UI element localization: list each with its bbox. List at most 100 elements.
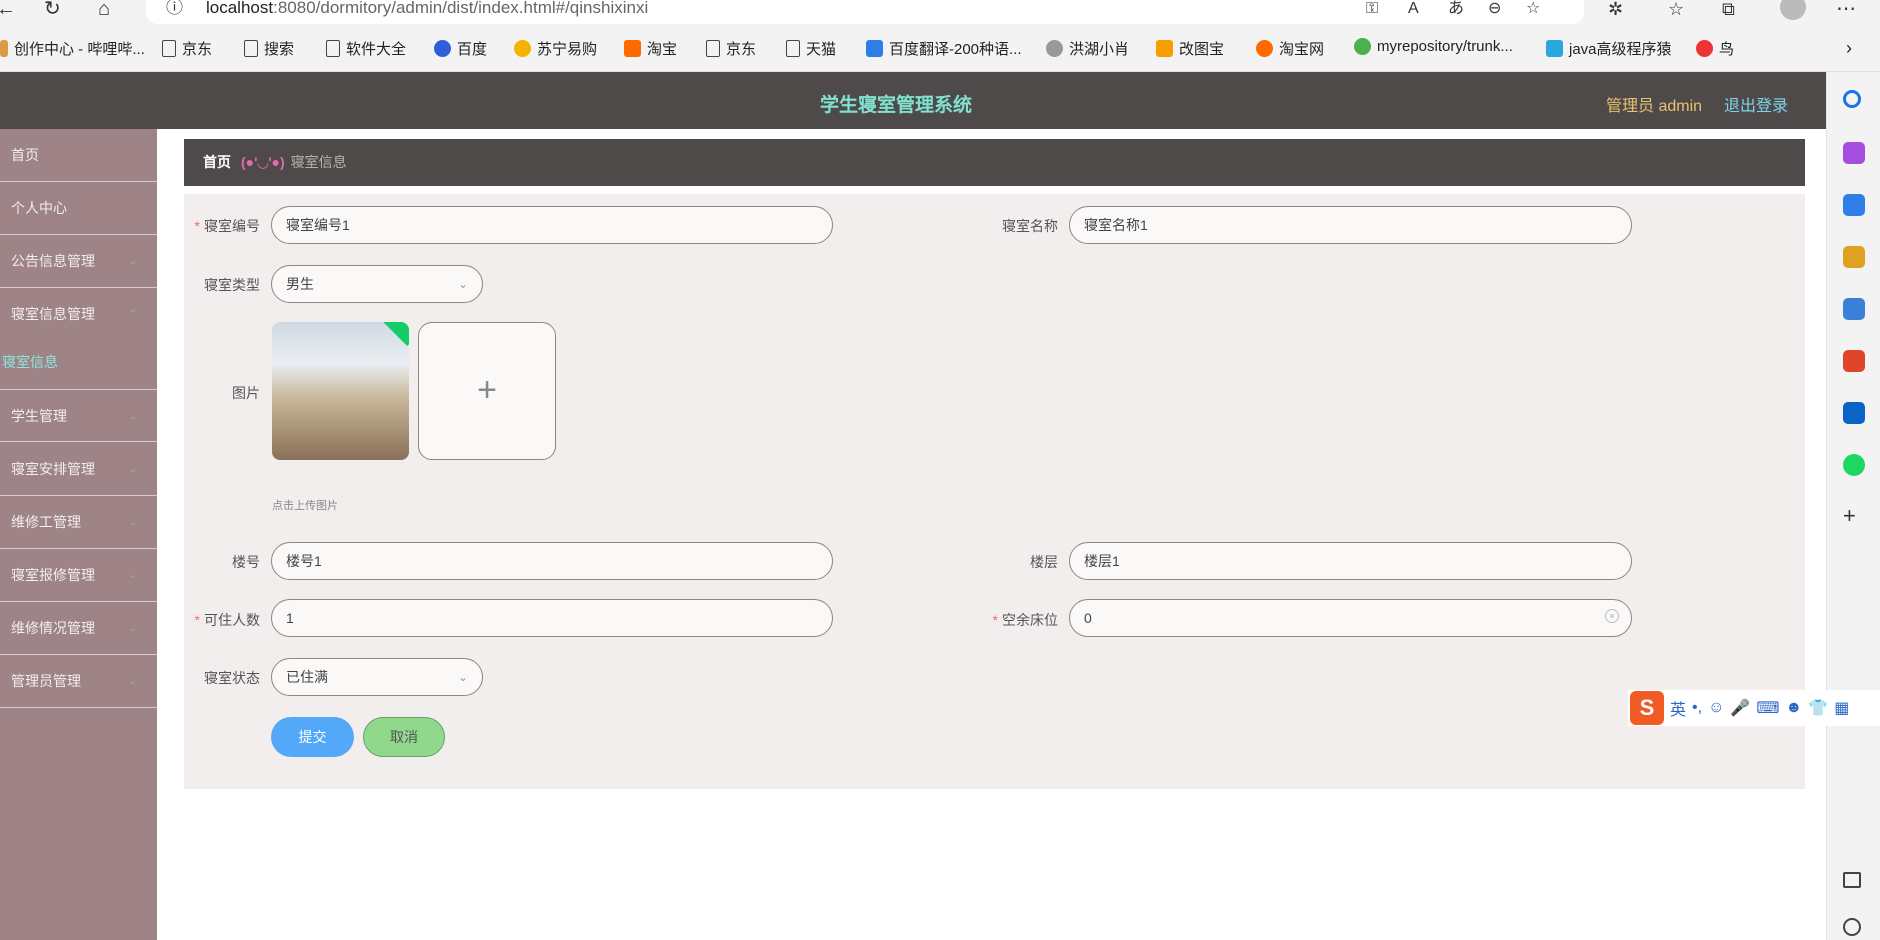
chevron-down-icon: ⌄ [128,570,137,581]
bookmark-item[interactable]: 软件大全 [326,38,406,59]
ime-toolbar: S 英 •, ☺ 🎤 ⌨ ☻ 👕 ▦ [1628,690,1880,726]
breadcrumb: 首页 (●'◡'●) 寝室信息 [184,139,1805,186]
skin-icon[interactable]: 👕 [1808,698,1828,718]
office-icon[interactable] [1843,350,1865,372]
favorites-list-icon[interactable]: ☆ [1668,0,1684,18]
profile-avatar[interactable] [1780,0,1806,20]
page-icon [162,40,176,57]
breadcrumb-current: 寝室信息 [290,154,347,170]
building-label: 楼号 [232,554,260,570]
menu-item-home[interactable]: 首页 [0,129,157,182]
room-type-select[interactable]: 男生 ⌄ [271,265,483,303]
bookmark-item[interactable]: 百度 [434,38,487,59]
translate-icon[interactable]: あ [1448,0,1464,18]
more-menu-icon[interactable]: ⋯ [1836,0,1856,19]
menu-item-arrangement[interactable]: 寝室安排管理 ⌄ [0,443,157,496]
uploaded-image[interactable] [272,322,409,460]
menu-item-students[interactable]: 学生管理 ⌄ [0,389,157,442]
games-icon[interactable] [1843,298,1865,320]
microphone-icon[interactable]: 🎤 [1730,698,1750,718]
bilibili-icon [1546,40,1563,57]
outlook-icon[interactable] [1843,402,1865,424]
home-icon[interactable]: ⌂ [98,0,110,19]
browser-address-bar: ← ↻ ⌂ ⓘ localhost:8080/dormitory/admin/d… [0,0,1880,24]
info-icon[interactable]: ⓘ [166,0,183,17]
menu-item-repair-status[interactable]: 维修情况管理 ⌄ [0,602,157,655]
room-no-input[interactable]: 寝室编号1 [271,206,833,244]
bookmark-item[interactable]: 搜索 [244,38,294,59]
menu-item-dorm-info[interactable]: 寝室信息管理 ⌃ [0,288,157,341]
room-name-input[interactable]: 寝室名称1 [1069,206,1632,244]
menu-item-repair-requests[interactable]: 寝室报修管理 ⌄ [0,549,157,602]
chevron-up-icon: ⌃ [128,309,137,320]
punctuation-icon[interactable]: •, [1692,699,1702,717]
page-icon [786,40,800,57]
search-icon[interactable] [1843,90,1861,108]
chevron-down-icon: ⌄ [128,464,137,475]
keyboard-icon[interactable]: ⌨ [1756,698,1779,718]
bookmark-item[interactable]: 改图宝 [1156,38,1224,59]
image-label: 图片 [232,385,260,401]
sogou-logo-icon[interactable]: S [1630,691,1664,725]
breadcrumb-home[interactable]: 首页 [203,154,231,170]
user-icon[interactable]: ☻ [1785,699,1802,717]
url-field[interactable]: ⓘ localhost:8080/dormitory/admin/dist/in… [146,0,1584,24]
floor-input[interactable]: 楼层1 [1069,542,1632,580]
emoji-icon[interactable]: ☺ [1708,699,1724,717]
spotify-icon[interactable] [1843,454,1865,476]
upload-success-icon [378,322,409,347]
building-input[interactable]: 楼号1 [271,542,833,580]
submit-button[interactable]: 提交 [271,717,354,757]
refresh-icon[interactable]: ↻ [44,0,61,19]
grid-icon[interactable]: ▦ [1834,698,1849,718]
room-no-label: * 寝室编号 [194,218,260,234]
tools-icon[interactable] [1843,246,1865,268]
menu-item-repairmen[interactable]: 维修工管理 ⌄ [0,496,157,549]
key-icon[interactable]: ⚿ [1366,0,1378,18]
menu-item-admins[interactable]: 管理员管理 ⌄ [0,655,157,708]
read-aloud-icon[interactable]: A [1408,0,1419,18]
bookmark-item[interactable]: 天猫 [786,38,836,59]
back-icon[interactable]: ← [0,0,16,19]
sidebar-toggle-icon[interactable] [1843,872,1861,888]
menu-item-announcements[interactable]: 公告信息管理 ⌄ [0,235,157,288]
settings-icon[interactable] [1843,918,1861,936]
free-beds-input[interactable]: 0 × [1069,599,1632,637]
bookmark-item[interactable]: 百度翻译-200种语... [866,38,1022,59]
bookmark-item[interactable]: 鸟 [1696,38,1734,59]
bookmark-item[interactable]: 苏宁易购 [514,38,597,59]
copilot-icon[interactable] [1843,142,1865,164]
ime-mode[interactable]: 英 [1670,696,1686,720]
favorite-icon[interactable]: ☆ [1526,0,1540,18]
collections-icon[interactable]: ⧉ [1722,0,1735,18]
add-icon[interactable]: + [1843,505,1865,528]
logout-link[interactable]: 退出登录 [1724,92,1788,116]
zoom-out-icon[interactable]: ⊖ [1488,0,1501,18]
page-icon [706,40,720,57]
upload-tip: 点击上传图片 [272,500,338,512]
shopping-icon[interactable] [1843,194,1865,216]
extensions-icon[interactable]: ✲ [1608,0,1623,18]
status-select[interactable]: 已住满 ⌄ [271,658,483,696]
bookmark-item[interactable]: 淘宝网 [1256,38,1324,59]
bookmark-icon [0,40,8,57]
clear-icon[interactable]: × [1605,609,1619,623]
bookmark-item[interactable]: 洪湖小肖 [1046,38,1129,59]
bookmark-item[interactable]: 淘宝 [624,38,677,59]
chevron-down-icon: ⌄ [128,411,137,422]
upload-add-button[interactable]: + [418,322,556,460]
menu-subitem-dorm-info[interactable]: 寝室信息 [2,352,58,372]
menu-item-profile[interactable]: 个人中心 [0,182,157,235]
bookmark-item[interactable]: 京东 [706,38,756,59]
chevron-down-icon: ⌄ [128,256,137,267]
baidu-icon [434,40,451,57]
breadcrumb-separator: (●'◡'●) [241,154,285,170]
cancel-button[interactable]: 取消 [363,717,445,757]
bookmark-item[interactable]: 京东 [162,38,212,59]
page-icon [326,40,340,57]
chevron-right-icon[interactable]: › [1846,38,1852,59]
bookmark-item[interactable]: 创作中心 - 哔哩哔... [0,38,145,59]
bookmark-item[interactable]: java高级程序猿 [1546,38,1672,59]
bookmark-item[interactable]: myrepository/trunk... [1354,38,1513,55]
capacity-input[interactable]: 1 [271,599,833,637]
